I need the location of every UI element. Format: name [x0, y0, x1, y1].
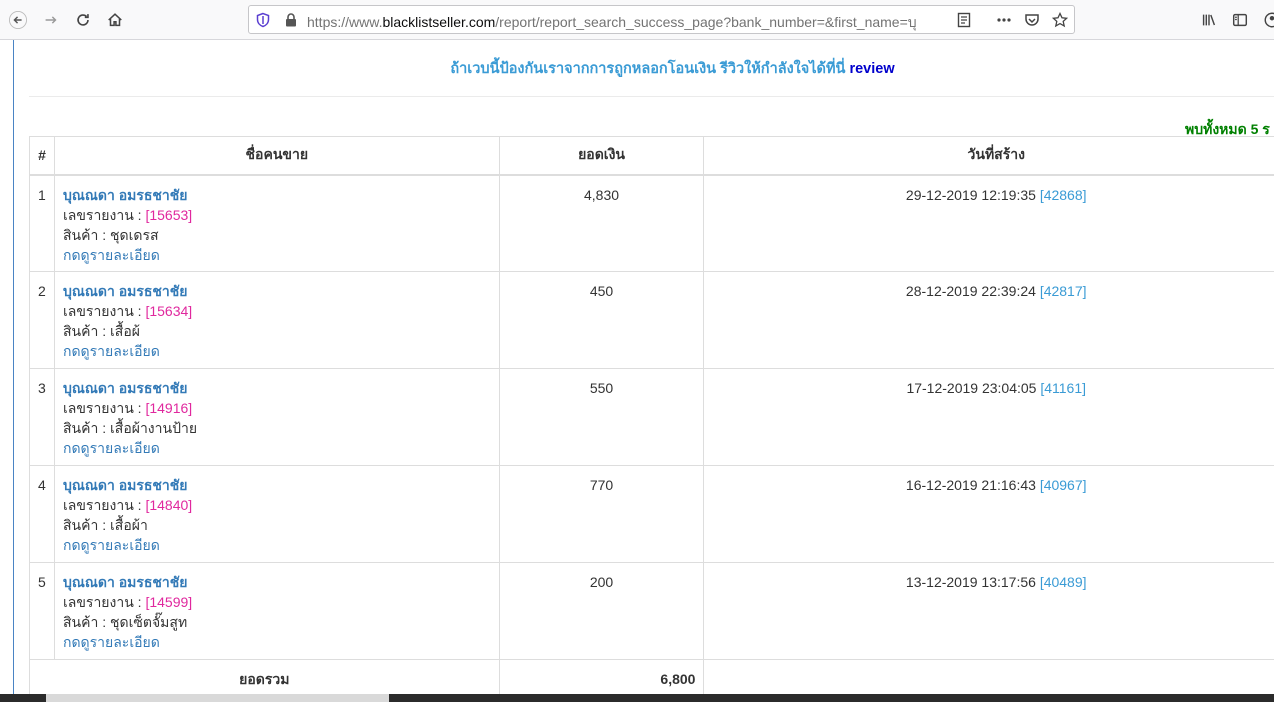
left-border: [13, 40, 14, 694]
product-line: สินค้า : เสื้อผ้างานป้าย: [62, 420, 198, 436]
seller-cell: บุณณดา อมรธชาชัย เลขรายงาน : [15653] สิน…: [53, 174, 500, 272]
report-table: # ชื่อคนขาย ยอดเงิน วันที่สร้าง 1 บุณณดา…: [29, 136, 1274, 696]
review-tagline: ถ้าเวบนี้ป้องกันเราจากการถูกหลอกโอนเงิน …: [0, 57, 1274, 80]
table-row: 4 บุณณดา อมรธชาชัย เลขรายงาน : [14840] ส…: [29, 465, 1274, 563]
total-empty-cell: [703, 659, 1274, 696]
review-link[interactable]: review: [849, 61, 894, 77]
report-code: [15634]: [145, 303, 193, 319]
amount-cell: 550: [498, 368, 705, 466]
divider: [29, 96, 1274, 97]
reload-icon[interactable]: [69, 6, 97, 34]
seller-name-link[interactable]: บุณณดา อมรธชาชัย: [63, 185, 491, 205]
header-amount: ยอดเงิน: [498, 136, 705, 176]
product-name: เสื้อผ้: [110, 323, 140, 339]
url-bar[interactable]: https://www.blacklistseller.com/report/r…: [248, 5, 1075, 34]
seller-name-link[interactable]: บุณณดา อมรธชาชัย: [63, 572, 491, 592]
report-code: [14599]: [145, 594, 193, 610]
table-header-row: # ชื่อคนขาย ยอดเงิน วันที่สร้าง: [29, 136, 1274, 176]
record-id-link[interactable]: [40967]: [1040, 477, 1087, 493]
seller-cell: บุณณดา อมรธชาชัย เลขรายงาน : [14840] สิน…: [53, 465, 500, 563]
seller-cell: บุณณดา อมรธชาชัย เลขรายงาน : [14916] สิน…: [53, 368, 500, 466]
browser-toolbar: https://www.blacklistseller.com/report/r…: [0, 0, 1274, 40]
report-code: [14840]: [145, 497, 193, 513]
table-row: 3 บุณณดา อมรธชาชัย เลขรายงาน : [14916] ส…: [29, 368, 1274, 466]
lock-icon[interactable]: [282, 11, 300, 29]
product-name: ชุดเซ็ตจั๊มสูท: [110, 614, 188, 630]
product-name: ชุดเดรส: [110, 226, 159, 243]
total-label: ยอดรวม: [29, 659, 500, 696]
row-number: 4: [29, 465, 55, 563]
total-row: ยอดรวม 6,800: [29, 659, 1274, 696]
pocket-icon[interactable]: [1023, 11, 1041, 29]
tagline-text: ถ้าเวบนี้ป้องกันเราจากการถูกหลอกโอนเงิน …: [450, 61, 846, 77]
product-line: สินค้า : เสื้อผ้: [62, 323, 140, 339]
seller-name-link[interactable]: บุณณดา อมรธชาชัย: [63, 281, 491, 301]
header-seller: ชื่อคนขาย: [53, 136, 500, 176]
view-details-link[interactable]: กดดูรายละเอียด: [63, 438, 491, 458]
reader-view-icon[interactable]: [955, 11, 973, 29]
row-number: 2: [29, 271, 55, 369]
view-details-link[interactable]: กดดูรายละเอียด: [63, 632, 491, 652]
header-date: วันที่สร้าง: [703, 136, 1274, 176]
report-number: เลขรายงาน : [15653]: [62, 206, 193, 223]
seller-cell: บุณณดา อมรธชาชัย เลขรายงาน : [14599] สิน…: [53, 562, 500, 660]
row-number: 1: [29, 174, 55, 272]
amount-cell: 4,830: [498, 174, 705, 272]
amount-cell: 770: [498, 465, 705, 563]
row-number: 3: [29, 368, 55, 466]
bookmark-star-icon[interactable]: [1051, 11, 1069, 29]
page-actions-icon[interactable]: [995, 11, 1013, 29]
row-number: 5: [29, 562, 55, 660]
header-number: #: [29, 136, 55, 176]
total-amount: 6,800: [498, 659, 705, 696]
record-id-link[interactable]: [40489]: [1040, 574, 1087, 590]
report-code: [14916]: [145, 400, 193, 416]
page-content: ถ้าเวบนี้ป้องกันเราจากการถูกหลอกโอนเงิน …: [0, 40, 1274, 696]
table-row: 2 บุณณดา อมรธชาชัย เลขรายงาน : [15634] ส…: [29, 271, 1274, 369]
report-number: เลขรายงาน : [14916]: [62, 400, 193, 416]
seller-cell: บุณณดา อมรธชาชัย เลขรายงาน : [15634] สิน…: [53, 271, 500, 369]
table-row: 5 บุณณดา อมรธชาชัย เลขรายงาน : [14599] ส…: [29, 562, 1274, 660]
date-cell: 17-12-2019 23:04:05 [41161]: [703, 368, 1274, 466]
forward-icon[interactable]: [37, 6, 65, 34]
view-details-link[interactable]: กดดูรายละเอียด: [63, 535, 491, 555]
date-cell: 28-12-2019 22:39:24 [42817]: [703, 271, 1274, 369]
seller-name-link[interactable]: บุณณดา อมรธชาชัย: [63, 378, 491, 398]
sidebar-icon[interactable]: [1226, 6, 1254, 34]
report-code: [15653]: [145, 206, 193, 223]
library-icon[interactable]: [1195, 6, 1223, 34]
taskbar-segment: [46, 694, 389, 702]
home-icon[interactable]: [101, 6, 129, 34]
report-number: เลขรายงาน : [15634]: [62, 303, 193, 319]
tracking-protection-icon[interactable]: [254, 11, 272, 29]
back-icon[interactable]: [4, 6, 32, 34]
product-line: สินค้า : ชุดเซ็ตจั๊มสูท: [62, 614, 188, 630]
amount-cell: 200: [498, 562, 705, 660]
date-cell: 13-12-2019 13:17:56 [40489]: [703, 562, 1274, 660]
product-line: สินค้า : ชุดเดรส: [62, 226, 159, 243]
record-id-link[interactable]: [42868]: [1040, 187, 1087, 203]
table-row: 1 บุณณดา อมรธชาชัย เลขรายงาน : [15653] ส…: [29, 174, 1274, 272]
seller-name-link[interactable]: บุณณดา อมรธชาชัย: [63, 475, 491, 495]
view-details-link[interactable]: กดดูรายละเอียด: [63, 245, 491, 265]
product-name: เสื้อผ้า: [110, 517, 148, 533]
record-id-link[interactable]: [42817]: [1040, 283, 1087, 299]
record-id-link[interactable]: [41161]: [1040, 380, 1086, 396]
product-name: เสื้อผ้างานป้าย: [110, 420, 198, 436]
date-cell: 29-12-2019 12:19:35 [42868]: [703, 174, 1274, 272]
report-number: เลขรายงาน : [14599]: [62, 594, 193, 610]
amount-cell: 450: [498, 271, 705, 369]
report-number: เลขรายงาน : [14840]: [62, 497, 193, 513]
taskbar-strip: [0, 694, 1274, 702]
product-line: สินค้า : เสื้อผ้า: [62, 517, 148, 533]
account-icon[interactable]: [1258, 6, 1274, 34]
url-text[interactable]: https://www.blacklistseller.com/report/r…: [307, 12, 917, 34]
view-details-link[interactable]: กดดูรายละเอียด: [63, 341, 491, 361]
date-cell: 16-12-2019 21:16:43 [40967]: [703, 465, 1274, 563]
